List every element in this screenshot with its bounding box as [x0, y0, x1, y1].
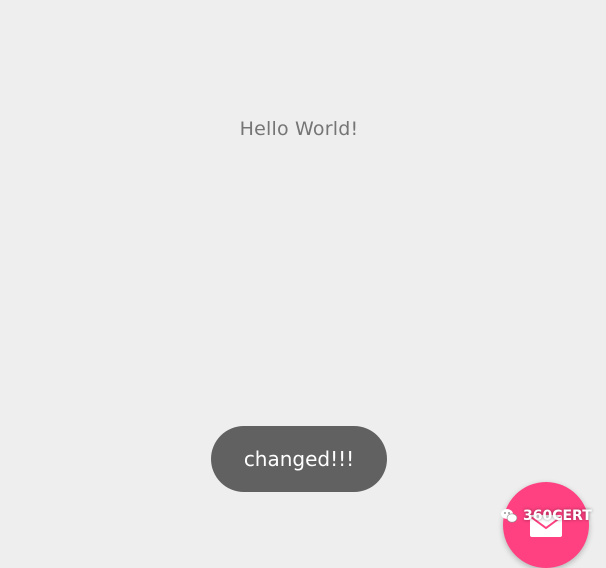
toast-message: changed!!! [211, 426, 387, 492]
floating-action-button[interactable] [503, 482, 589, 568]
wechat-icon [501, 509, 518, 523]
watermark: 360CERT [500, 508, 592, 524]
hello-world-text: Hello World! [239, 118, 359, 140]
app-content: Hello World! changed!!! 360CERT [0, 0, 606, 568]
watermark-text: 360CERT [523, 508, 592, 524]
